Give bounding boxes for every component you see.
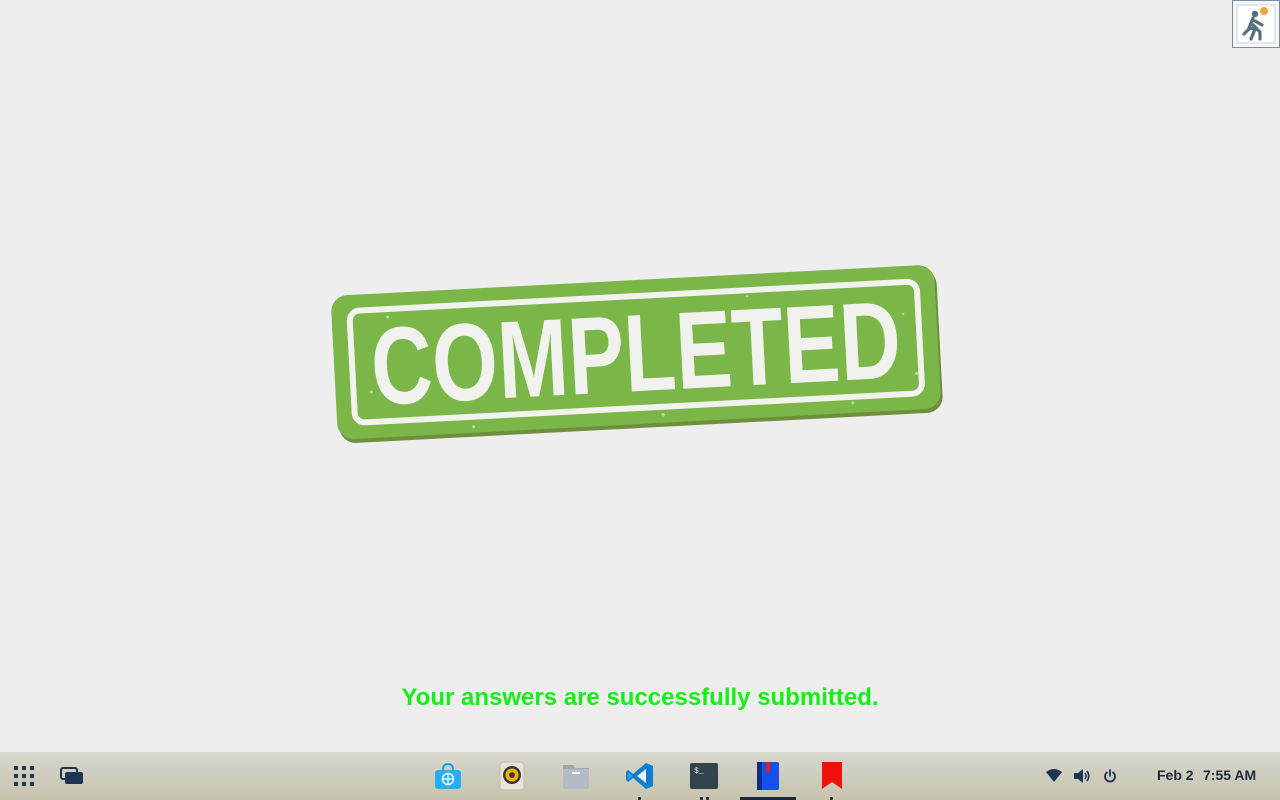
windows-icon [60,767,83,784]
taskbar-bookmarks[interactable] [808,752,856,800]
svg-text:$_: $_ [694,767,704,776]
taskbar: $_ Feb 2 7:55 AM [0,752,1280,800]
taskbar-terminal[interactable]: $_ [680,752,728,800]
power-icon[interactable] [1100,766,1120,786]
taskbar-music-player[interactable] [488,752,536,800]
network-icon[interactable] [1044,766,1064,786]
taskbar-app-store[interactable] [424,752,472,800]
volume-icon[interactable] [1072,766,1092,786]
success-message: Your answers are successfully submitted. [401,684,879,711]
clock-date[interactable]: Feb 2 [1157,767,1194,783]
terminal-icon: $_ [690,763,718,789]
taskbar-vscode[interactable] [616,752,664,800]
window-switcher-button[interactable] [56,752,88,800]
app-grid-button[interactable] [8,752,40,800]
taskbar-notebook[interactable] [744,752,792,800]
taskbar-files[interactable] [552,752,600,800]
shopping-bag-icon [435,762,461,789]
folder-icon [563,765,589,789]
app-logo-icon [1232,0,1280,48]
app-grid-icon [14,766,34,786]
clock-time[interactable]: 7:55 AM [1203,767,1256,783]
vscode-icon [626,763,653,789]
bookmark-icon [822,762,842,789]
speaker-icon [499,761,525,791]
completed-stamp: COMPLETED [330,258,946,452]
notebook-icon [757,762,779,790]
